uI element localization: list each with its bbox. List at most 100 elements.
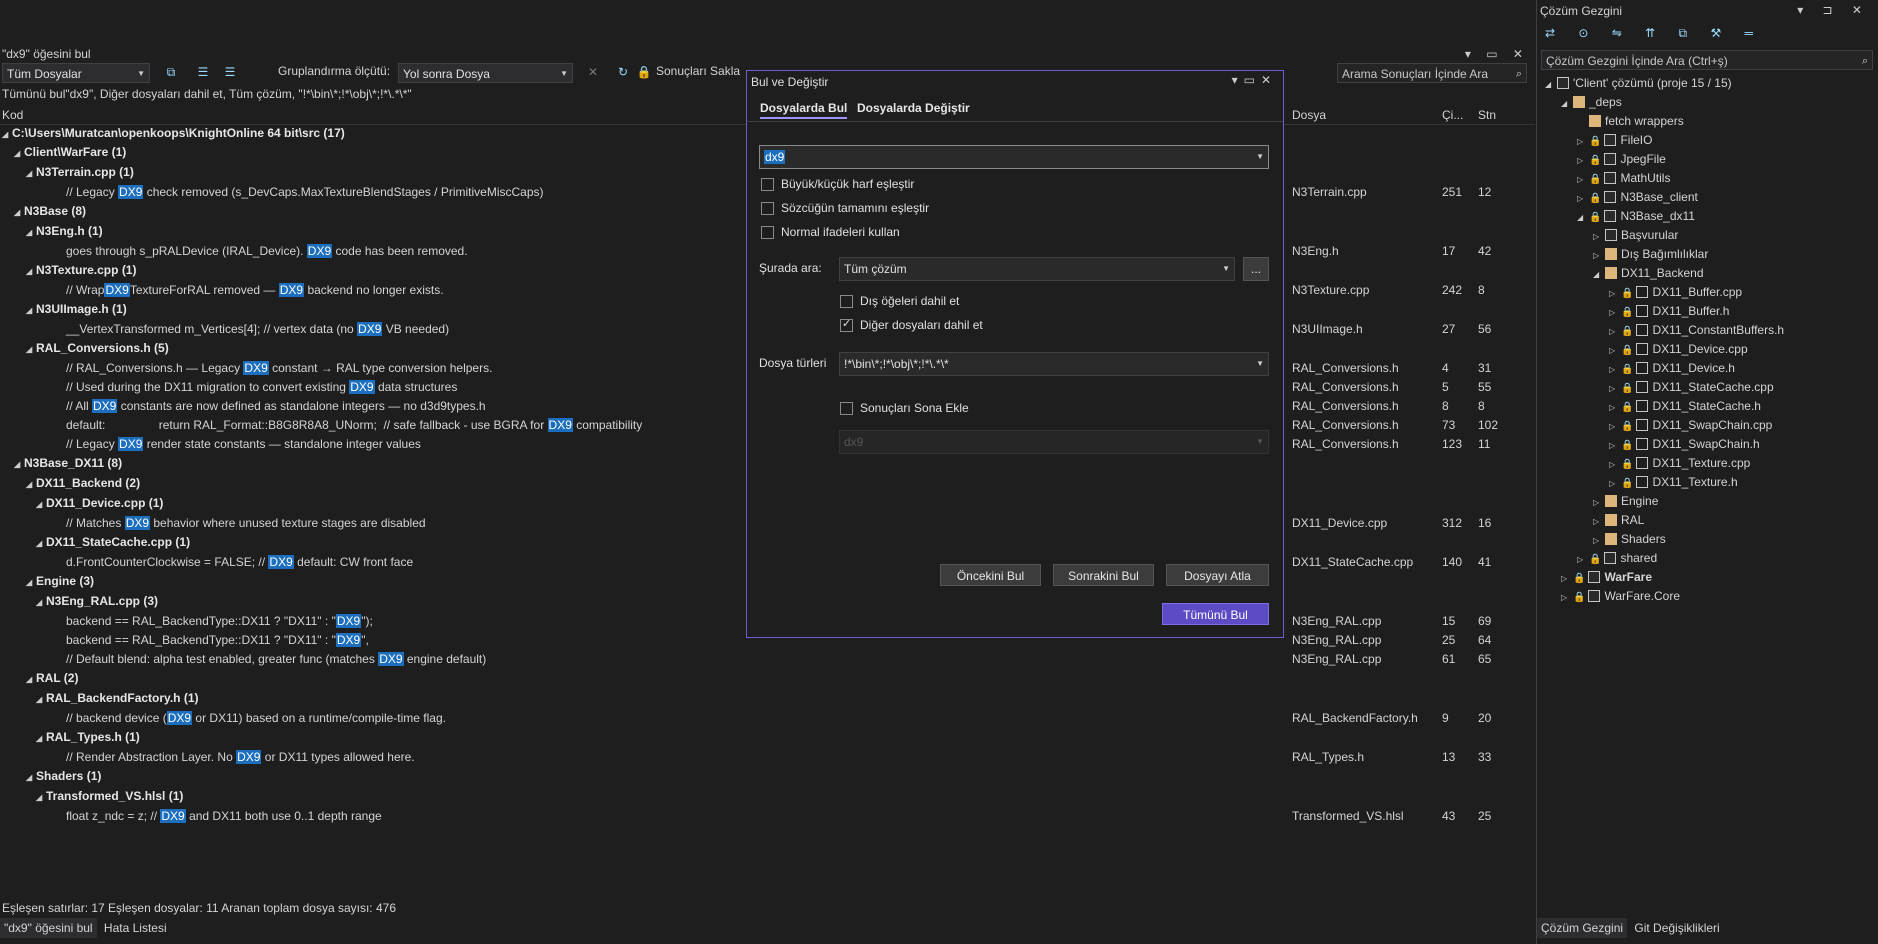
solution-folder-item[interactable]: fetch wrappers bbox=[1577, 112, 1684, 131]
chevron-right-icon[interactable]: ▷ bbox=[1577, 132, 1589, 151]
result-row[interactable]: // Default blend: alpha test enabled, gr… bbox=[66, 650, 486, 669]
result-row[interactable]: backend == RAL_BackendType::DX11 ? "DX11… bbox=[66, 612, 373, 631]
result-row[interactable]: goes through s_pRALDevice (IRAL_Device).… bbox=[66, 242, 468, 261]
solution-folder-item[interactable]: ▷ Engine bbox=[1593, 492, 1658, 511]
browse-button[interactable]: ... bbox=[1243, 257, 1269, 281]
result-row[interactable]: // Used during the DX11 migration to con… bbox=[66, 378, 457, 397]
find-next-button[interactable]: Sonrakini Bul bbox=[1053, 564, 1154, 586]
refresh-icon[interactable]: ↻ bbox=[615, 64, 631, 80]
chevron-right-icon[interactable]: ▷ bbox=[1609, 417, 1621, 436]
solution-folder-item[interactable]: ▷ Shaders bbox=[1593, 530, 1666, 549]
search-in-results[interactable]: Arama Sonuçları İçinde Ara ⌕ bbox=[1337, 63, 1527, 83]
find-previous-button[interactable]: Öncekini Bul bbox=[940, 564, 1041, 586]
chevron-right-icon[interactable]: ▷ bbox=[1609, 341, 1621, 360]
chevron-right-icon[interactable]: ▷ bbox=[1609, 284, 1621, 303]
col-header-col[interactable]: Stn bbox=[1478, 106, 1496, 124]
regex-checkbox[interactable] bbox=[761, 226, 774, 239]
chevron-right-icon[interactable]: ▷ bbox=[1577, 151, 1589, 170]
result-row[interactable]: // Matches DX9 behavior where unused tex… bbox=[66, 514, 426, 533]
result-row[interactable]: float z_ndc = z; // DX9 and DX11 both us… bbox=[66, 807, 382, 826]
solution-project-item[interactable]: ▷ 🔒 WarFare bbox=[1561, 568, 1652, 587]
tree-file[interactable]: ◢ N3Terrain.cpp (1) bbox=[26, 163, 134, 182]
solution-project-item[interactable]: ▷ 🔒 FileIO bbox=[1577, 131, 1652, 150]
copy-icon[interactable]: ⧉ bbox=[163, 64, 179, 80]
clear-icon[interactable]: ✕ bbox=[585, 64, 601, 80]
solution-project-item[interactable]: ◢ 🔒 N3Base_dx11 bbox=[1577, 207, 1695, 226]
file-types-combo[interactable]: !*\bin\*;!*\obj\*;!*\.*\* ▼ bbox=[839, 352, 1269, 376]
result-row[interactable]: backend == RAL_BackendType::DX11 ? "DX11… bbox=[66, 631, 369, 650]
chevron-right-icon[interactable]: ▷ bbox=[1609, 398, 1621, 417]
solution-file-item[interactable]: ▷ 🔒 DX11_Device.h bbox=[1609, 359, 1735, 378]
chevron-right-icon[interactable]: ▷ bbox=[1609, 360, 1621, 379]
tab-error-list[interactable]: Hata Listesi bbox=[100, 918, 171, 938]
solution-folder-item[interactable]: ◢ DX11_Backend bbox=[1593, 264, 1704, 283]
tree-file[interactable]: ◢ DX11_Device.cpp (1) bbox=[36, 494, 163, 513]
tree-group[interactable]: ◢ N3Base_DX11 (8) bbox=[14, 454, 122, 473]
col-header-line[interactable]: Çi... bbox=[1442, 106, 1463, 124]
solution-file-item[interactable]: ▷ 🔒 DX11_Buffer.h bbox=[1609, 302, 1729, 321]
col-header-code[interactable]: Kod bbox=[2, 106, 23, 124]
solution-project-item[interactable]: ▷ 🔒 N3Base_client bbox=[1577, 188, 1698, 207]
group-combo[interactable]: Yol sonra Dosya ▼ bbox=[398, 63, 573, 83]
tree-group[interactable]: ◢ N3Base (8) bbox=[14, 202, 86, 221]
chevron-right-icon[interactable]: ▷ bbox=[1577, 170, 1589, 189]
chevron-down-icon[interactable]: ◢ bbox=[1577, 208, 1589, 227]
collapse-all-icon[interactable]: ☰ bbox=[222, 64, 238, 80]
solution-file-item[interactable]: ▷ 🔒 DX11_StateCache.h bbox=[1609, 397, 1761, 416]
dialog-window-buttons[interactable]: ▾▭✕ bbox=[1232, 73, 1277, 87]
pane-buttons[interactable]: ▾ ⊐ ✕ bbox=[1797, 3, 1870, 17]
solution-project-item[interactable]: ▷ 🔒 JpegFile bbox=[1577, 150, 1666, 169]
chevron-right-icon[interactable]: ▷ bbox=[1561, 588, 1573, 607]
tree-root[interactable]: ◢ C:\Users\Muratcan\openkoops\KnightOnlin… bbox=[2, 124, 345, 143]
chevron-right-icon[interactable]: ▷ bbox=[1577, 189, 1589, 208]
result-row[interactable]: // backend device (DX9 or DX11) based on… bbox=[66, 709, 446, 728]
chevron-right-icon[interactable]: ▷ bbox=[1561, 569, 1573, 588]
tree-group[interactable]: ◢ Shaders (1) bbox=[26, 767, 101, 786]
tree-file[interactable]: ◢ N3Eng.h (1) bbox=[26, 222, 103, 241]
tree-group[interactable]: ◢ Client\WarFare (1) bbox=[14, 143, 126, 162]
solution-project-item[interactable]: ▷ 🔒 MathUtils bbox=[1577, 169, 1670, 188]
col-header-file[interactable]: Dosya bbox=[1292, 106, 1326, 124]
keep-results-button[interactable]: Sonuçları Sakla bbox=[656, 64, 740, 78]
solution-project-item[interactable]: ▷ 🔒 shared bbox=[1577, 549, 1657, 568]
solution-project-item[interactable]: ▷ 🔒 WarFare.Core bbox=[1561, 587, 1680, 606]
result-row[interactable]: d.FrontCounterClockwise = FALSE; // DX9 … bbox=[66, 553, 413, 572]
result-row[interactable]: // Legacy DX9 render state constants — s… bbox=[66, 435, 421, 454]
result-row[interactable]: // Render Abstraction Layer. No DX9 or D… bbox=[66, 748, 415, 767]
solution-file-item[interactable]: ▷ 🔒 DX11_Device.cpp bbox=[1609, 340, 1748, 359]
append-results-checkbox[interactable] bbox=[840, 402, 853, 415]
solution-file-item[interactable]: ▷ 🔒 DX11_Texture.h bbox=[1609, 473, 1738, 492]
result-row[interactable]: // WrapDX9TextureForRAL removed — DX9 ba… bbox=[66, 281, 444, 300]
chevron-right-icon[interactable]: ▷ bbox=[1609, 474, 1621, 493]
solution-file-item[interactable]: ▷ 🔒 DX11_SwapChain.cpp bbox=[1609, 416, 1772, 435]
solution-file-item[interactable]: ▷ 🔒 DX11_ConstantBuffers.h bbox=[1609, 321, 1784, 340]
find-all-button[interactable]: Tümünü Bul bbox=[1162, 603, 1269, 625]
tree-file[interactable]: ◢ N3UIImage.h (1) bbox=[26, 300, 127, 319]
chevron-right-icon[interactable]: ▷ bbox=[1593, 246, 1605, 265]
solution-folder-item[interactable]: ▷ Başvurular bbox=[1593, 226, 1678, 245]
solution-search-input[interactable]: Çözüm Gezgini İçinde Ara (Ctrl+ş) ⌕ bbox=[1541, 50, 1873, 70]
tree-file[interactable]: ◢ N3Eng_RAL.cpp (3) bbox=[36, 592, 158, 611]
chevron-right-icon[interactable]: ▷ bbox=[1609, 322, 1621, 341]
scope-combo[interactable]: Tüm Dosyalar ▼ bbox=[2, 63, 150, 83]
solution-toolbar[interactable]: ⇄ ⊙ ⇋ ⇈ ⧉ ⚒ ═ bbox=[1545, 26, 1763, 41]
result-row[interactable]: __VertexTransformed m_Vertices[4]; // ve… bbox=[66, 320, 449, 339]
tab-find-results[interactable]: "dx9" öğesini bul bbox=[0, 918, 97, 938]
solution-folder-item[interactable]: ◢ _deps bbox=[1561, 93, 1622, 112]
solution-folder-item[interactable]: ▷ Dış Bağımlılıklar bbox=[1593, 245, 1708, 264]
tab-replace-in-files[interactable]: Dosyalarda Değiştir bbox=[857, 99, 970, 117]
tree-group[interactable]: ◢ Engine (3) bbox=[26, 572, 94, 591]
solution-file-item[interactable]: ▷ 🔒 DX11_StateCache.cpp bbox=[1609, 378, 1774, 397]
chevron-right-icon[interactable]: ▷ bbox=[1609, 455, 1621, 474]
tree-file[interactable]: ◢ DX11_StateCache.cpp (1) bbox=[36, 533, 190, 552]
tree-file[interactable]: ◢ Transformed_VS.hlsl (1) bbox=[36, 787, 183, 806]
chevron-right-icon[interactable]: ▷ bbox=[1609, 436, 1621, 455]
external-items-checkbox[interactable] bbox=[840, 295, 853, 308]
tree-group[interactable]: ◢ DX11_Backend (2) bbox=[26, 474, 140, 493]
tree-file[interactable]: ◢ RAL_Types.h (1) bbox=[36, 728, 140, 747]
chevron-right-icon[interactable]: ▷ bbox=[1593, 227, 1605, 246]
solution-file-item[interactable]: ▷ 🔒 DX11_Buffer.cpp bbox=[1609, 283, 1742, 302]
tab-solution-explorer[interactable]: Çözüm Gezgini bbox=[1537, 918, 1628, 938]
match-case-checkbox[interactable] bbox=[761, 178, 774, 191]
tab-git-changes[interactable]: Git Değişiklikleri bbox=[1630, 918, 1723, 938]
